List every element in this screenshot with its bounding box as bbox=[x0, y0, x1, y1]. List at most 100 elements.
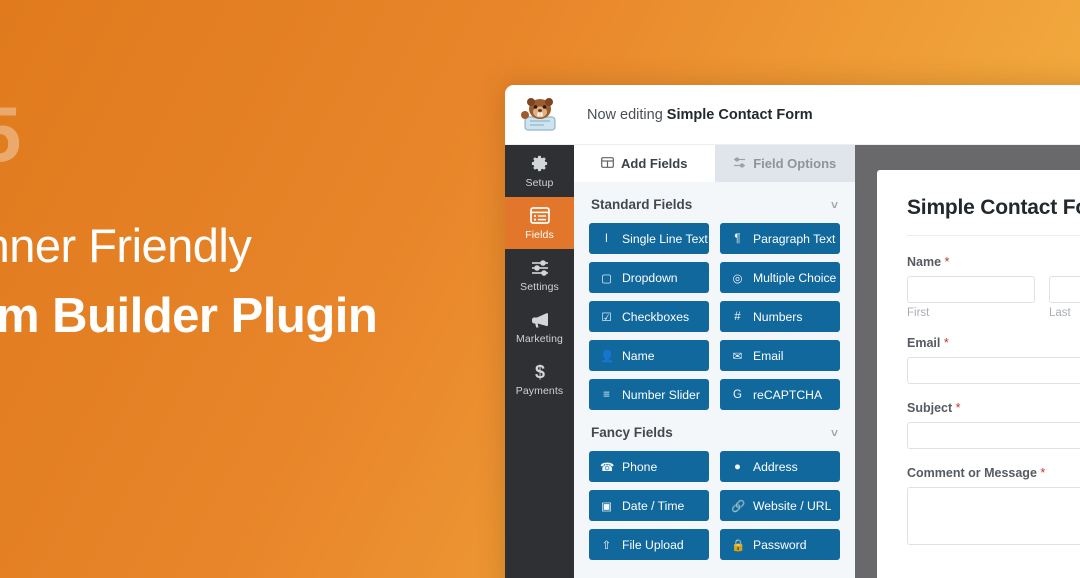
comment-textarea[interactable] bbox=[907, 487, 1080, 545]
builder-header: Now editing Simple Contact Form ? Help P bbox=[505, 85, 1080, 145]
sidebar-item-payments[interactable]: $ Payments bbox=[505, 353, 574, 405]
upload-icon: ⇧ bbox=[601, 539, 612, 552]
name-last-input[interactable] bbox=[1049, 276, 1080, 303]
megaphone-icon bbox=[530, 310, 550, 330]
sidebar-item-label: Payments bbox=[515, 384, 564, 397]
label-text: Comment or Message bbox=[907, 466, 1037, 480]
field-button-recaptcha[interactable]: G reCAPTCHA bbox=[720, 379, 840, 410]
subject-input[interactable] bbox=[907, 422, 1080, 449]
map-pin-icon: ● bbox=[734, 460, 741, 473]
field-label: reCAPTCHA bbox=[753, 387, 823, 402]
sublabel-last: Last bbox=[1049, 307, 1071, 319]
promo-headline-line2: orm Builder Plugin bbox=[0, 289, 378, 343]
field-label: Comment or Message * bbox=[907, 466, 1080, 480]
field-button-password[interactable]: 🔒 Password bbox=[720, 529, 840, 560]
field-button-email[interactable]: ✉ Email bbox=[720, 340, 840, 371]
fields-grid-icon bbox=[601, 156, 614, 171]
field-label: Single Line Text bbox=[622, 231, 708, 246]
name-subfields-row: First Last bbox=[907, 276, 1080, 319]
form-preview-title: Simple Contact Form bbox=[907, 196, 1080, 219]
field-button-file-upload[interactable]: ⇧ File Upload bbox=[589, 529, 709, 560]
field-button-single-line-text[interactable]: I Single Line Text bbox=[589, 223, 709, 254]
options-icon bbox=[733, 156, 746, 171]
sidebar-item-settings[interactable]: Settings bbox=[505, 249, 574, 301]
standard-fields-grid: I Single Line Text ¶ Paragraph Text ▢ Dr… bbox=[589, 223, 840, 410]
field-label: Name * bbox=[907, 255, 1080, 269]
field-label: Name bbox=[622, 348, 655, 363]
field-label: Date / Time bbox=[622, 498, 685, 513]
now-editing-prefix: Now editing bbox=[587, 106, 663, 123]
section-header-fancy-fields[interactable]: Fancy Fields ˅ bbox=[589, 410, 840, 451]
form-preview-pane: Simple Contact Form Name * First bbox=[855, 145, 1080, 578]
preview-field-subject[interactable]: Subject * bbox=[907, 401, 1080, 449]
fields-scroll-area[interactable]: Standard Fields ˅ I Single Line Text ¶ P… bbox=[574, 182, 855, 578]
chevron-down-icon[interactable]: ˅ bbox=[831, 426, 838, 440]
sliders-icon bbox=[530, 258, 550, 278]
name-first-col: First bbox=[907, 276, 1035, 319]
calendar-icon: ▣ bbox=[601, 500, 612, 513]
field-button-name[interactable]: 👤 Name bbox=[589, 340, 709, 371]
name-first-input[interactable] bbox=[907, 276, 1035, 303]
promo-banner: 5 ginner Friendly orm Builder Plugin bbox=[0, 0, 520, 578]
field-label: Password bbox=[753, 537, 807, 552]
field-button-checkboxes[interactable]: ☑ Checkboxes bbox=[589, 301, 709, 332]
envelope-icon: ✉ bbox=[732, 350, 743, 363]
name-last-col: Last bbox=[1049, 276, 1080, 319]
field-button-phone[interactable]: ☎ Phone bbox=[589, 451, 709, 482]
section-title: Standard Fields bbox=[591, 197, 693, 212]
paragraph-icon: ¶ bbox=[734, 232, 741, 245]
field-button-address[interactable]: ● Address bbox=[720, 451, 840, 482]
field-button-dropdown[interactable]: ▢ Dropdown bbox=[589, 262, 709, 293]
fancy-fields-grid: ☎ Phone ● Address ▣ Date / Time 🔗 Websit… bbox=[589, 451, 840, 560]
required-mark: * bbox=[943, 336, 949, 350]
field-button-website-url[interactable]: 🔗 Website / URL bbox=[720, 490, 840, 521]
field-label: Numbers bbox=[753, 309, 803, 324]
field-label: Email * bbox=[907, 336, 1080, 350]
field-label: File Upload bbox=[622, 537, 684, 552]
email-input[interactable] bbox=[907, 357, 1080, 384]
tab-field-options[interactable]: Field Options bbox=[714, 145, 855, 182]
field-button-number-slider[interactable]: ≡ Number Slider bbox=[589, 379, 709, 410]
sidebar-item-fields[interactable]: Fields bbox=[505, 197, 574, 249]
tab-label: Field Options bbox=[753, 156, 837, 171]
required-mark: * bbox=[944, 255, 950, 269]
required-mark: * bbox=[955, 401, 961, 415]
preview-field-email[interactable]: Email * bbox=[907, 336, 1080, 384]
link-icon: 🔗 bbox=[731, 500, 746, 513]
section-header-standard-fields[interactable]: Standard Fields ˅ bbox=[589, 182, 840, 223]
dropdown-box-icon: ▢ bbox=[601, 272, 612, 285]
user-icon: 👤 bbox=[600, 350, 615, 363]
section-title: Fancy Fields bbox=[591, 425, 673, 440]
field-button-paragraph-text[interactable]: ¶ Paragraph Text bbox=[720, 223, 840, 254]
promo-partial-glyph: 5 bbox=[0, 95, 21, 173]
sidebar-item-setup[interactable]: Setup bbox=[505, 145, 574, 197]
field-button-numbers[interactable]: # Numbers bbox=[720, 301, 840, 332]
google-g-icon: G bbox=[733, 388, 742, 401]
field-button-date-time[interactable]: ▣ Date / Time bbox=[589, 490, 709, 521]
dollar-icon: $ bbox=[532, 362, 548, 382]
hash-icon: # bbox=[734, 310, 741, 323]
field-button-multiple-choice[interactable]: ◎ Multiple Choice bbox=[720, 262, 840, 293]
preview-field-name[interactable]: Name * First Last bbox=[907, 255, 1080, 319]
field-label: Dropdown bbox=[622, 270, 678, 285]
sidebar-item-label: Fields bbox=[525, 228, 554, 241]
field-label: Phone bbox=[622, 459, 658, 474]
sidebar-item-marketing[interactable]: Marketing bbox=[505, 301, 574, 353]
checkbox-icon: ☑ bbox=[601, 311, 612, 324]
fields-panel: Add Fields Field Options Standard Fields bbox=[574, 145, 855, 578]
preview-field-comment[interactable]: Comment or Message * bbox=[907, 466, 1080, 545]
phone-icon: ☎ bbox=[600, 461, 615, 474]
field-label: Subject * bbox=[907, 401, 1080, 415]
field-label: Multiple Choice bbox=[753, 270, 837, 285]
radio-circle-icon: ◎ bbox=[732, 272, 743, 285]
field-label: Number Slider bbox=[622, 387, 700, 402]
chevron-down-icon[interactable]: ˅ bbox=[831, 198, 838, 212]
label-text: Email bbox=[907, 336, 941, 350]
label-text: Subject bbox=[907, 401, 953, 415]
tab-add-fields[interactable]: Add Fields bbox=[574, 145, 715, 182]
slider-icon: ≡ bbox=[603, 388, 610, 401]
logo-container bbox=[505, 85, 574, 145]
label-text: Name bbox=[907, 255, 942, 269]
form-title-divider bbox=[907, 235, 1080, 236]
sidebar-item-label: Marketing bbox=[515, 332, 563, 345]
